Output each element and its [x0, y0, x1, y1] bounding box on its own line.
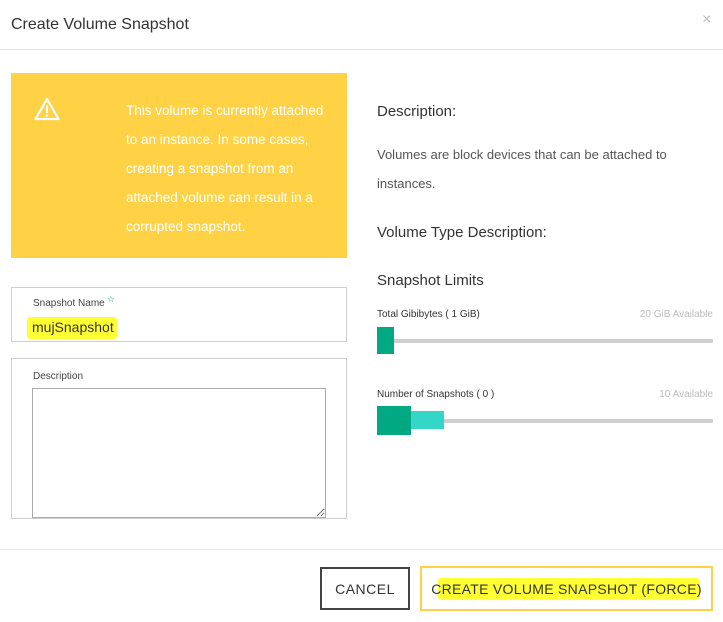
footer-divider — [0, 549, 723, 550]
snapshots-available: 10 Available — [659, 389, 713, 400]
snapshots-label: Number of Snapshots ( 0 ) — [377, 389, 495, 400]
gibibytes-label: Total Gibibytes ( 1 GiB) — [377, 309, 480, 320]
description-heading: Description: — [377, 103, 457, 120]
required-star-icon: ☆ — [106, 294, 115, 304]
snapshot-name-input[interactable] — [26, 316, 326, 338]
snapshot-limits-heading: Snapshot Limits — [377, 272, 484, 289]
snapshots-limit: Number of Snapshots ( 0 ) 10 Available — [377, 389, 713, 439]
warning-triangle-icon — [34, 97, 60, 121]
create-button-label: CREATE VOLUME SNAPSHOT (FORCE) — [431, 580, 702, 597]
volume-type-heading: Volume Type Description: — [377, 224, 547, 241]
gibibytes-limit: Total Gibibytes ( 1 GiB) 20 GiB Availabl… — [377, 309, 713, 359]
description-label: Description — [33, 371, 84, 382]
gibibytes-used-bar — [377, 327, 394, 354]
modal-title: Create Volume Snapshot — [11, 16, 189, 33]
description-textarea[interactable] — [32, 388, 326, 518]
cancel-button[interactable]: CANCEL — [320, 567, 410, 610]
description-text: Volumes are block devices that can be at… — [377, 147, 667, 191]
modal-header: Create Volume Snapshot × — [0, 0, 723, 50]
warning-text: This volume is currently attached to an … — [126, 103, 324, 234]
close-icon[interactable]: × — [702, 12, 711, 28]
warning-alert: This volume is currently attached to an … — [11, 73, 347, 258]
create-snapshot-force-button[interactable]: CREATE VOLUME SNAPSHOT (FORCE) — [420, 566, 713, 611]
snapshot-name-field: Snapshot Name ☆ — [11, 287, 347, 342]
snapshots-marker — [377, 406, 411, 435]
gibibytes-track — [377, 339, 713, 343]
snapshot-name-label-text: Snapshot Name — [33, 298, 105, 309]
snapshot-name-label: Snapshot Name ☆ — [33, 294, 115, 309]
gibibytes-available: 20 GiB Available — [639, 309, 713, 320]
description-field: Description — [11, 358, 347, 519]
